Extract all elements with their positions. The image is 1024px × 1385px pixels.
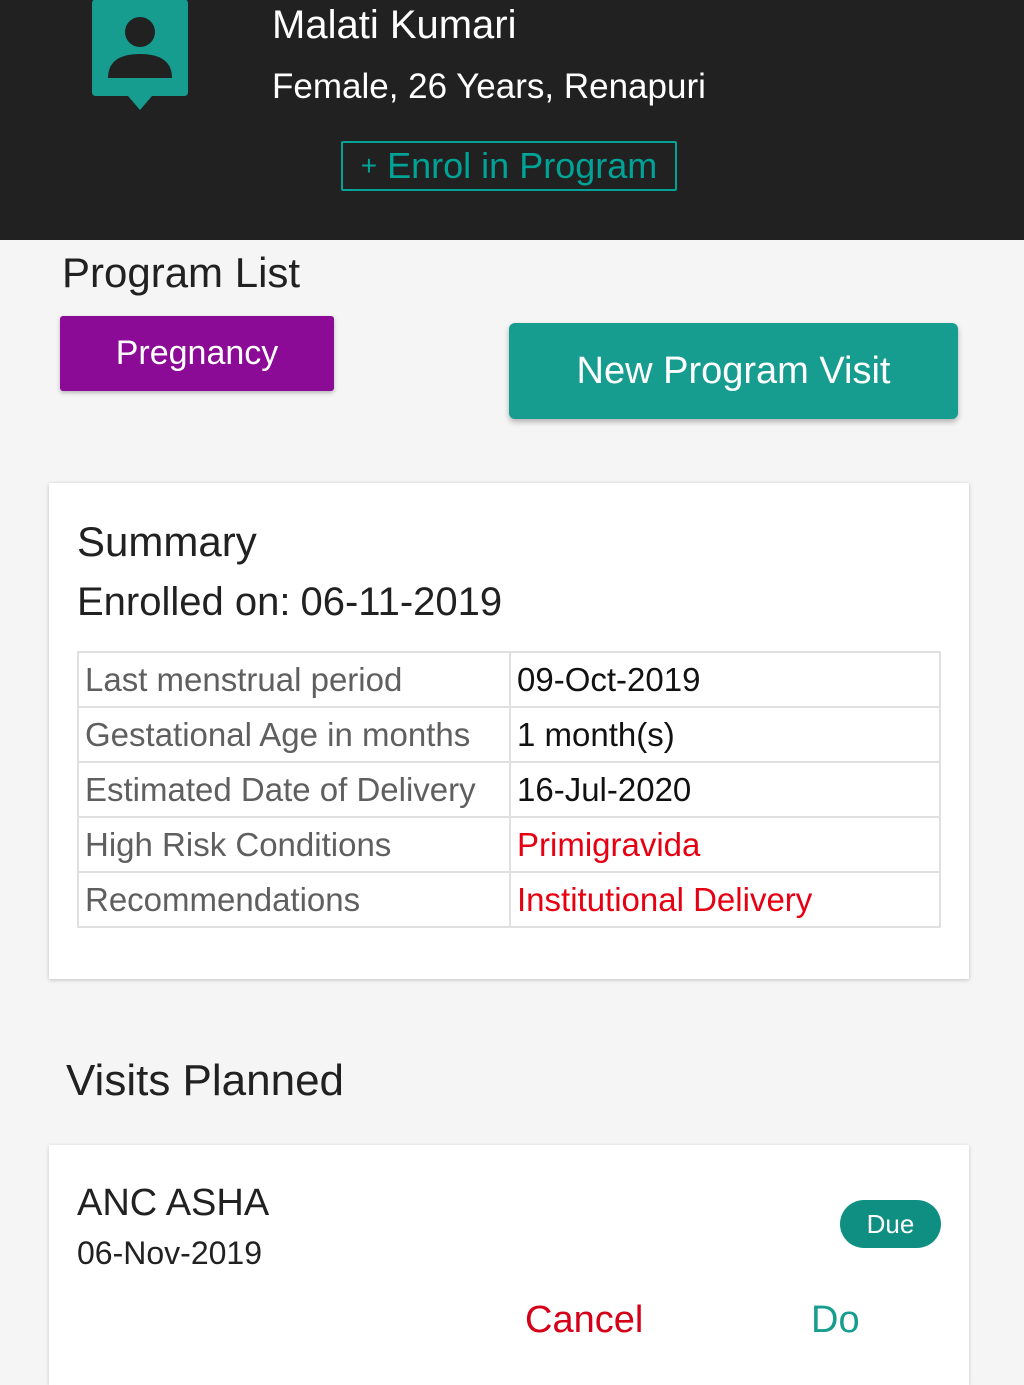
row-label: High Risk Conditions bbox=[77, 816, 511, 873]
recommendation-value: Institutional Delivery bbox=[509, 871, 941, 928]
table-row: Last menstrual period 09-Oct-2019 bbox=[77, 651, 941, 708]
plus-icon: + bbox=[360, 150, 378, 181]
row-label: Gestational Age in months bbox=[77, 706, 511, 763]
new-program-visit-button[interactable]: New Program Visit bbox=[509, 323, 958, 419]
row-value: 16-Jul-2020 bbox=[509, 761, 941, 818]
visits-planned-title: Visits Planned bbox=[66, 1056, 345, 1105]
high-risk-value: Primigravida bbox=[509, 816, 941, 873]
patient-details: Female, 26 Years, Renapuri bbox=[272, 67, 706, 106]
visit-card: ANC ASHA 06-Nov-2019 Due Cancel Do bbox=[49, 1145, 969, 1385]
enrolled-on-label: Enrolled on: bbox=[77, 580, 291, 624]
row-label: Estimated Date of Delivery bbox=[77, 761, 511, 818]
row-label: Recommendations bbox=[77, 871, 511, 928]
patient-name: Malati Kumari bbox=[272, 3, 517, 47]
table-row: Gestational Age in months 1 month(s) bbox=[77, 706, 941, 763]
enrolled-on: Enrolled on: 06-11-2019 bbox=[77, 577, 502, 627]
table-row: Recommendations Institutional Delivery bbox=[77, 871, 941, 928]
table-row: Estimated Date of Delivery 16-Jul-2020 bbox=[77, 761, 941, 818]
patient-header: Malati Kumari Female, 26 Years, Renapuri… bbox=[0, 0, 1024, 240]
enrol-in-program-button[interactable]: + Enrol in Program bbox=[341, 141, 677, 191]
cancel-visit-button[interactable]: Cancel bbox=[525, 1297, 643, 1343]
summary-card: Summary Enrolled on: 06-11-2019 Last mens… bbox=[49, 483, 969, 979]
summary-table: Last menstrual period 09-Oct-2019 Gestat… bbox=[77, 651, 941, 928]
row-label: Last menstrual period bbox=[77, 651, 511, 708]
row-value: 09-Oct-2019 bbox=[509, 651, 941, 708]
enrolled-on-date: 06-11-2019 bbox=[300, 580, 503, 624]
program-chip-pregnancy[interactable]: Pregnancy bbox=[60, 316, 334, 391]
summary-title: Summary bbox=[77, 518, 257, 565]
enrol-in-program-label: Enrol in Program bbox=[387, 145, 658, 186]
program-list-title: Program List bbox=[62, 249, 301, 296]
table-row: High Risk Conditions Primigravida bbox=[77, 816, 941, 873]
person-icon bbox=[90, 0, 190, 112]
status-badge: Due bbox=[840, 1200, 941, 1248]
visit-date: 06-Nov-2019 bbox=[77, 1235, 262, 1271]
row-value: 1 month(s) bbox=[509, 706, 941, 763]
visit-name: ANC ASHA bbox=[77, 1182, 270, 1224]
do-visit-button[interactable]: Do bbox=[811, 1297, 860, 1343]
